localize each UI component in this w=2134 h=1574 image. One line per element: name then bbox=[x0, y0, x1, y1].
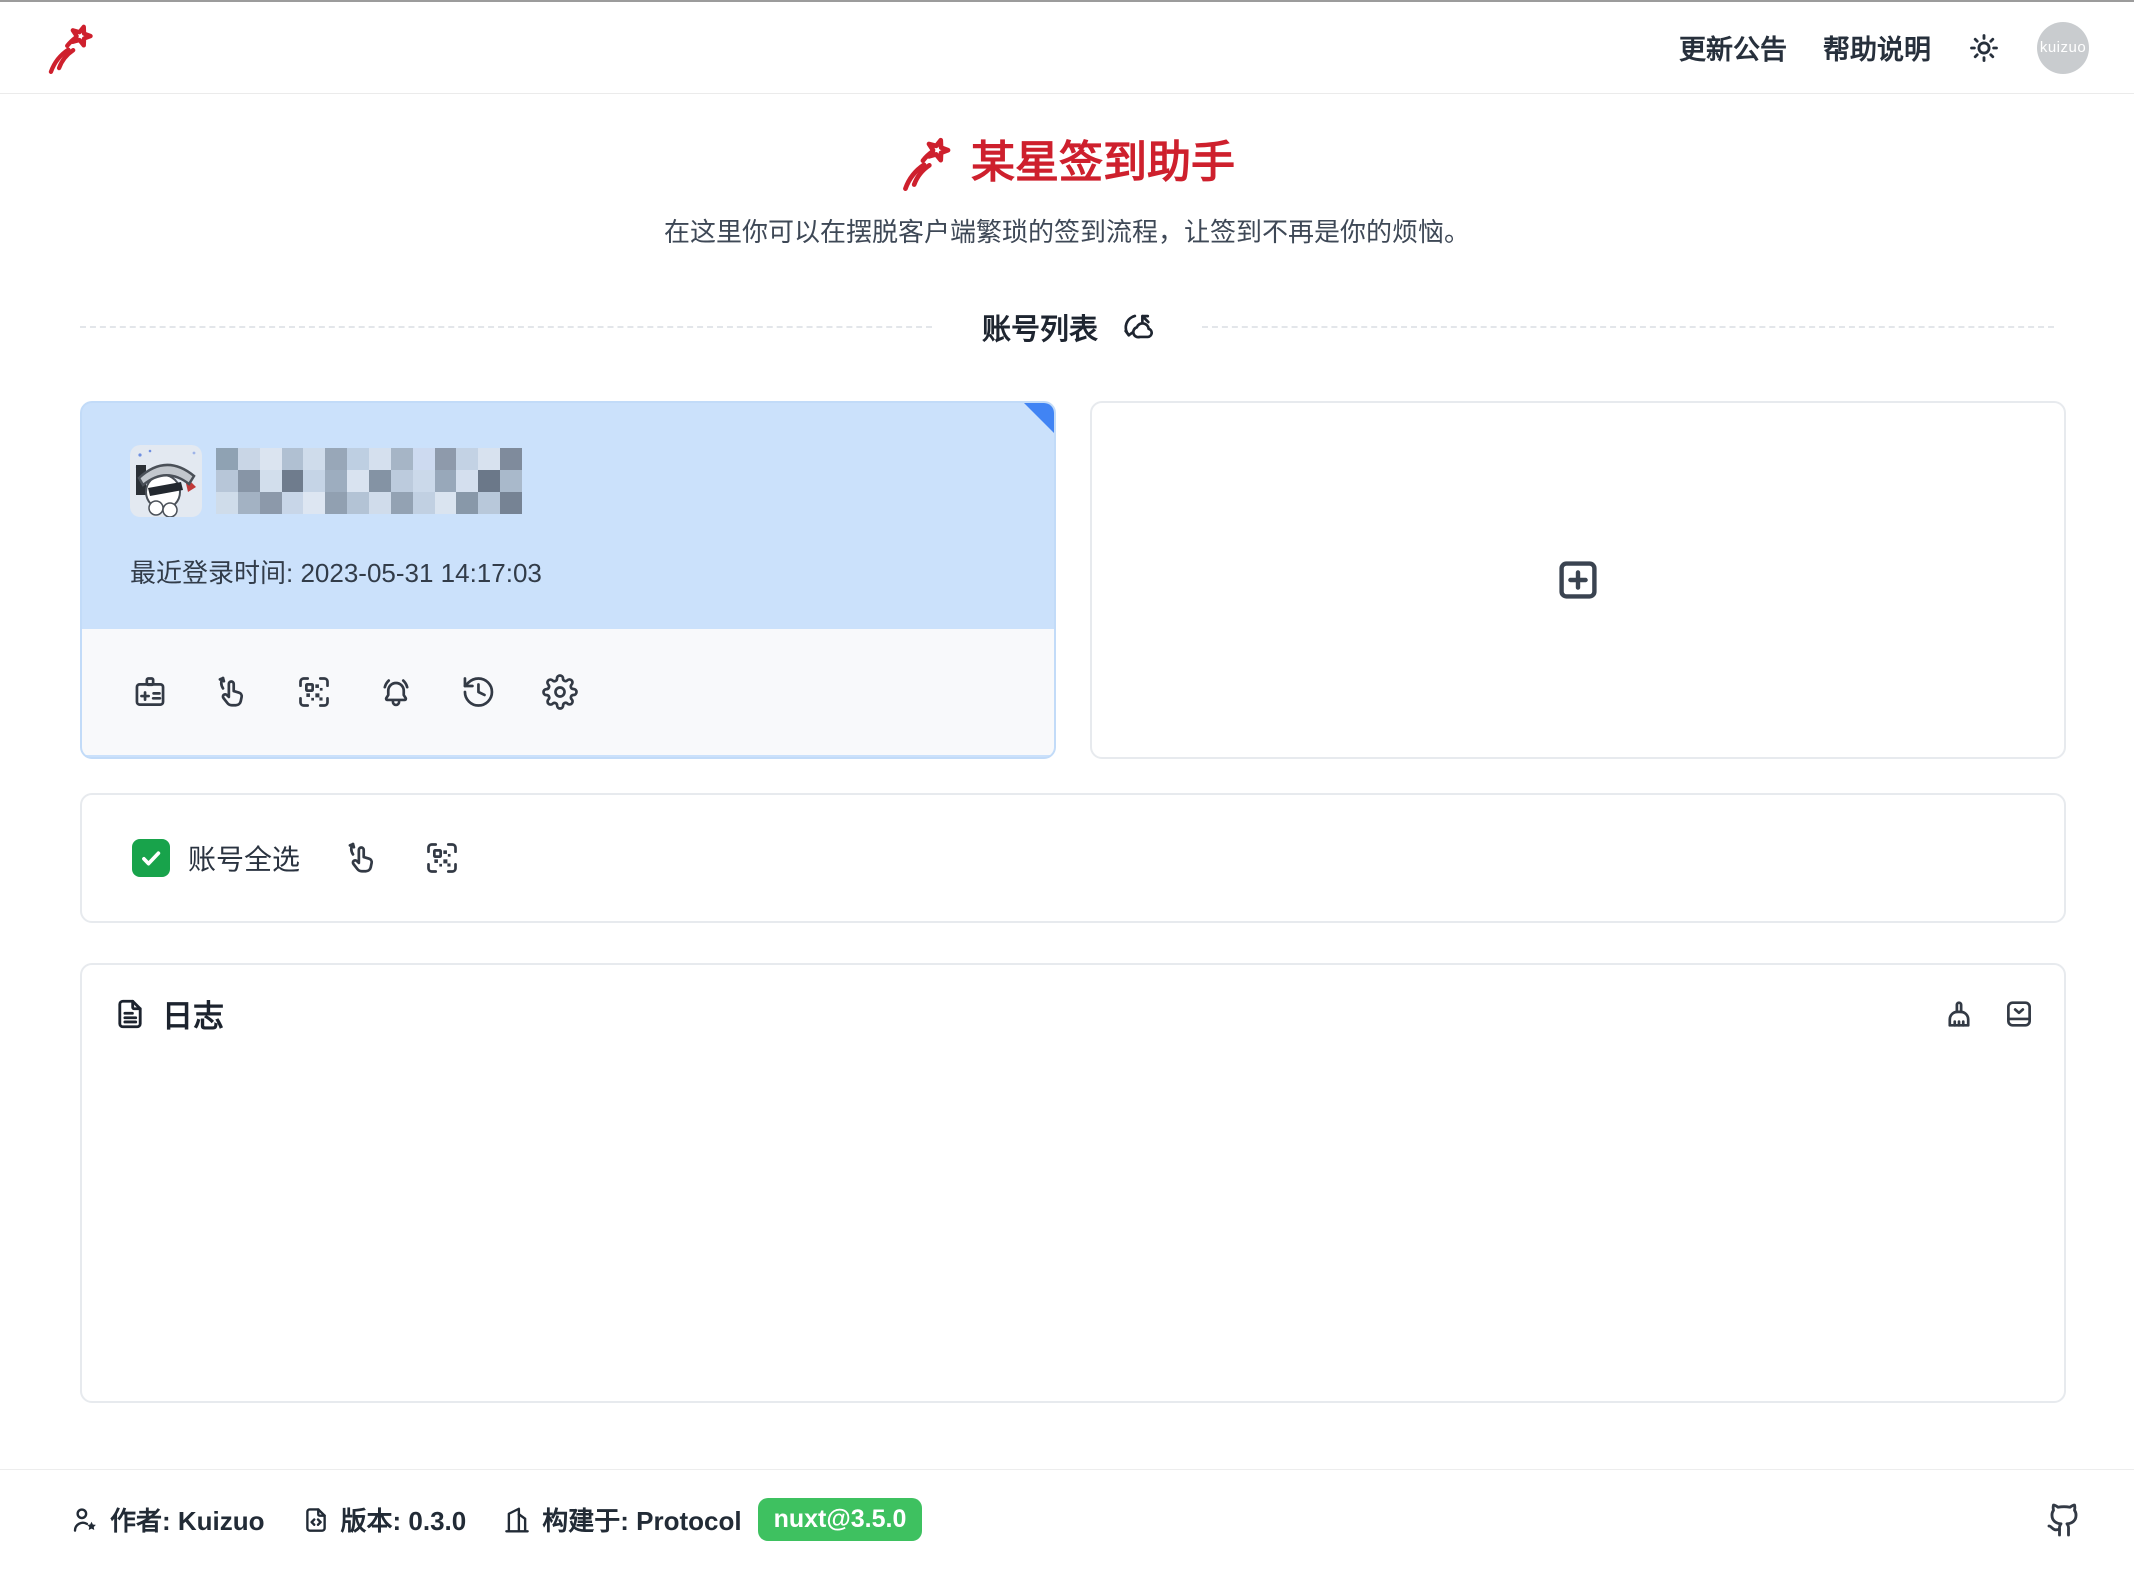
account-card[interactable]: 最近登录时间: 2023-05-31 14:17:03 bbox=[80, 401, 1056, 759]
user-avatar[interactable]: kuizuo bbox=[2037, 22, 2089, 74]
footer-version: 版本: 0.3.0 bbox=[301, 1501, 467, 1538]
log-title: 日志 bbox=[162, 991, 224, 1036]
navbar: 更新公告 帮助说明 kuizuo bbox=[0, 2, 2134, 94]
selected-corner-marker bbox=[1024, 403, 1054, 433]
theme-sun-icon[interactable] bbox=[1967, 31, 2001, 65]
file-text-icon bbox=[112, 996, 148, 1032]
footer-build: 构建于: Protocol nuxt@3.5.0 bbox=[502, 1498, 922, 1541]
qr-scan-icon[interactable] bbox=[424, 840, 460, 876]
select-all-label[interactable]: 账号全选 bbox=[188, 838, 300, 878]
account-section-title: 账号列表 bbox=[982, 306, 1098, 348]
account-card-grid: 最近登录时间: 2023-05-31 14:17:03 bbox=[80, 401, 2066, 759]
user-avatar-label: kuizuo bbox=[2040, 39, 2086, 56]
censored-account-name bbox=[216, 448, 522, 514]
bell-ring-icon[interactable] bbox=[378, 674, 414, 710]
nav-link-help[interactable]: 帮助说明 bbox=[1823, 28, 1931, 67]
history-icon[interactable] bbox=[460, 674, 496, 710]
batch-actions bbox=[344, 840, 460, 876]
account-card-actions bbox=[82, 629, 1054, 755]
footer-author-text: 作者: Kuizuo bbox=[110, 1501, 265, 1538]
github-icon[interactable] bbox=[2046, 1502, 2082, 1538]
select-all-bar: 账号全选 bbox=[80, 793, 2066, 923]
last-login-time: 最近登录时间: 2023-05-31 14:17:03 bbox=[130, 553, 1004, 590]
brush-clear-icon[interactable] bbox=[1942, 997, 1976, 1031]
page-title: 某星签到助手 bbox=[971, 134, 1235, 192]
select-all-checkbox[interactable] bbox=[132, 839, 170, 877]
hand-click-icon[interactable] bbox=[344, 840, 380, 876]
building-icon bbox=[502, 1505, 532, 1535]
title-shooting-star-icon bbox=[899, 135, 955, 191]
log-panel: 日志 bbox=[80, 963, 2066, 1403]
hand-click-icon[interactable] bbox=[214, 674, 250, 710]
footer-author: 作者: Kuizuo bbox=[70, 1501, 265, 1538]
check-icon bbox=[138, 845, 164, 871]
footer-build-text: 构建于: Protocol bbox=[542, 1501, 741, 1538]
page-footer: 作者: Kuizuo 版本: 0.3.0 构建于: Protocol nuxt@… bbox=[0, 1469, 2134, 1541]
page-subtitle: 在这里你可以在摆脱客户端繁琐的签到流程，让签到不再是你的烦恼。 bbox=[0, 216, 2134, 249]
app-logo-shooting-star-icon[interactable] bbox=[45, 22, 97, 74]
cloud-sync-icon[interactable] bbox=[1120, 310, 1154, 344]
footer-version-text: 版本: 0.3.0 bbox=[341, 1501, 467, 1538]
user-star-icon bbox=[70, 1505, 100, 1535]
box-collapse-icon[interactable] bbox=[2002, 997, 2036, 1031]
qr-scan-icon[interactable] bbox=[296, 674, 332, 710]
id-card-add-icon[interactable] bbox=[132, 674, 168, 710]
account-section-divider: 账号列表 bbox=[80, 309, 2054, 345]
settings-gear-icon[interactable] bbox=[542, 674, 578, 710]
nuxt-version-badge: nuxt@3.5.0 bbox=[758, 1498, 923, 1541]
file-code-icon bbox=[301, 1505, 331, 1535]
hero: 某星签到助手 在这里你可以在摆脱客户端繁琐的签到流程，让签到不再是你的烦恼。 bbox=[0, 134, 2134, 249]
account-avatar-image bbox=[130, 445, 202, 517]
add-account-card[interactable] bbox=[1090, 401, 2066, 759]
nav-link-update-announcement[interactable]: 更新公告 bbox=[1679, 28, 1787, 67]
plus-square-icon bbox=[1554, 556, 1602, 604]
